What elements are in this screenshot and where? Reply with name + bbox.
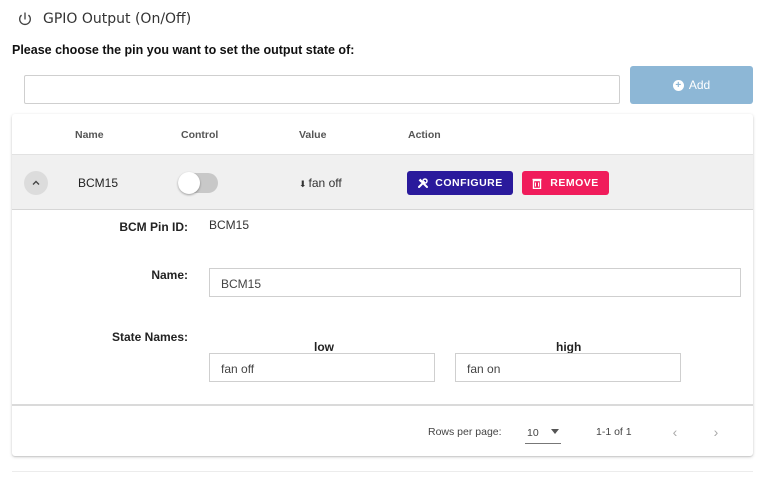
pin-select-input[interactable]: [24, 75, 620, 104]
column-header-control: Control: [181, 129, 219, 141]
name-field[interactable]: BCM15: [209, 268, 741, 297]
add-button-label: Add: [688, 78, 711, 92]
pin-prompt: Please choose the pin you want to set th…: [12, 43, 355, 57]
collapse-row-button[interactable]: [24, 171, 48, 195]
rows-per-page-label: Rows per page:: [428, 426, 502, 438]
column-header-value: Value: [299, 129, 327, 141]
pagination-range: 1-1 of 1: [596, 426, 632, 438]
low-state-header: low: [314, 340, 334, 354]
page-header: GPIO Output (On/Off): [17, 11, 191, 27]
caret-down-icon: [551, 429, 559, 434]
pin-id-value: BCM15: [209, 218, 250, 232]
chevron-up-icon: [32, 180, 40, 185]
next-page-button[interactable]: ›: [708, 424, 724, 440]
remove-button-label: REMOVE: [550, 177, 599, 189]
low-state-field[interactable]: fan off: [209, 353, 435, 382]
state-names-label: State Names:: [111, 330, 188, 344]
configure-button[interactable]: CONFIGURE: [407, 171, 513, 195]
output-toggle-switch[interactable]: [178, 172, 218, 194]
table-header: Name Control Value Action: [12, 114, 753, 154]
page-title: GPIO Output (On/Off): [43, 11, 192, 27]
previous-page-button[interactable]: ‹: [667, 424, 683, 440]
high-state-header: high: [556, 340, 582, 354]
row-detail-panel: BCM Pin ID: BCM15 Name: BCM15 State Name…: [12, 210, 753, 406]
rows-per-page-value: 10: [527, 427, 539, 439]
divider: [12, 471, 753, 472]
arrow-down-icon: ⬇: [299, 179, 307, 189]
toggle-knob: [178, 172, 200, 194]
column-header-action: Action: [408, 129, 441, 141]
value-cell: ⬇ fan off: [299, 176, 342, 190]
power-icon: [19, 12, 31, 26]
column-header-name: Name: [75, 129, 104, 141]
table-pagination: Rows per page: 10 1-1 of 1 ‹ ›: [12, 408, 753, 456]
high-state-field[interactable]: fan on: [455, 353, 681, 382]
gpio-table-card: Name Control Value Action BCM15 ⬇ fan off…: [12, 114, 753, 456]
tools-icon: [418, 178, 429, 188]
rows-per-page-select[interactable]: 10: [525, 424, 561, 444]
remove-button[interactable]: REMOVE: [522, 171, 609, 195]
trash-icon: [532, 178, 542, 189]
name-label: Name:: [151, 268, 188, 282]
add-button[interactable]: + Add: [630, 66, 753, 104]
plus-circle-icon: +: [672, 79, 684, 91]
table-row: BCM15 ⬇ fan off CONFIGURE REMOVE: [12, 154, 753, 210]
pin-name-cell: BCM15: [78, 176, 119, 190]
value-text: fan off: [308, 176, 342, 190]
configure-button-label: CONFIGURE: [435, 177, 503, 189]
pin-id-label: BCM Pin ID:: [119, 220, 188, 234]
